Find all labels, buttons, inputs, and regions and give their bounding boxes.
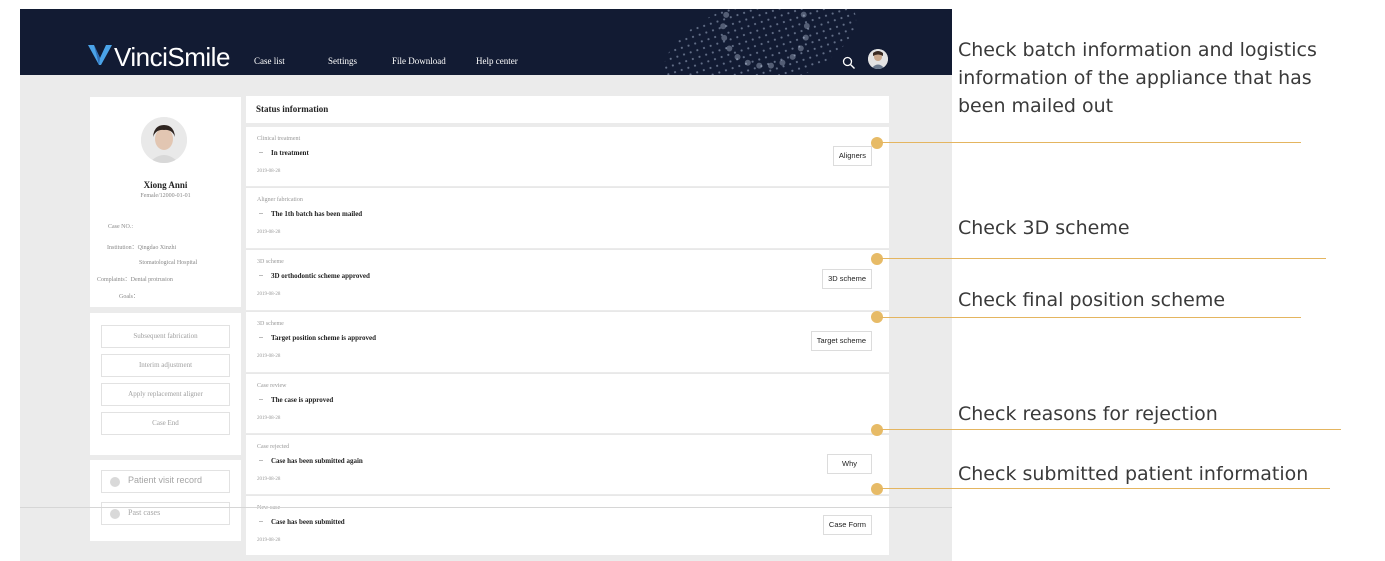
apply-replacement-aligner-button[interactable]: Apply replacement aligner [101, 383, 230, 406]
radio-circle-icon [110, 509, 120, 519]
frame-line [20, 507, 952, 508]
nav-file-download[interactable]: File Download [392, 56, 446, 66]
status-item: Case rejected Case has been submitted ag… [246, 435, 889, 494]
status-title-text: 3D orthodontic scheme approved [271, 272, 370, 280]
callout-rejection-reasons: Check reasons for rejection [958, 403, 1218, 425]
status-item: Case review The case is approved 2019-08… [246, 374, 889, 433]
status-date: 2019-08-28 [257, 169, 281, 174]
status-title-text: In treatment [271, 149, 309, 157]
past-cases-button[interactable]: Past cases [101, 502, 230, 525]
callout-line [880, 429, 1341, 431]
patient-profile-card: Xiong Anni Female/12000-01-01 Case NO.: … [90, 97, 241, 307]
why-button[interactable]: Why [827, 454, 872, 474]
status-category: 3D scheme [257, 259, 284, 265]
status-date: 2019-08-28 [257, 230, 281, 235]
status-dash [259, 213, 263, 214]
callout-line [880, 142, 1301, 144]
callout-text: Check batch information and logistics [958, 39, 1317, 61]
status-date: 2019-08-28 [257, 477, 281, 482]
case-number: Case NO.: [108, 224, 133, 230]
patient-visit-record-label: Patient visit record [128, 475, 203, 485]
callout-3d-scheme: Check 3D scheme [958, 217, 1130, 239]
past-cases-label: Past cases [128, 508, 161, 517]
status-item: New case Case has been submitted 2019-08… [246, 496, 889, 555]
status-dash [259, 460, 263, 461]
callout-batch-logistics: Check batch information and logistics in… [958, 36, 1317, 120]
status-item: Clinical treatment In treatment 2019-08-… [246, 127, 889, 186]
records-card: Patient visit record Past cases [90, 460, 241, 541]
radio-circle-icon [110, 477, 120, 487]
callout-line [880, 317, 1301, 319]
top-navigation-bar: VinciSmile Case list Settings File Downl… [20, 9, 952, 75]
callout-text: been mailed out [958, 95, 1114, 117]
status-dash [259, 275, 263, 276]
status-category: Case rejected [257, 444, 290, 450]
status-dash [259, 399, 263, 400]
nav-help-center[interactable]: Help center [476, 56, 518, 66]
subsequent-fabrication-button[interactable]: Subsequent fabrication [101, 325, 230, 348]
status-dash [259, 521, 263, 522]
status-category: Case review [257, 383, 287, 389]
institution-line-2: Stomatological Hospital [139, 260, 198, 266]
nav-settings[interactable]: Settings [328, 56, 357, 66]
target-scheme-button[interactable]: Target scheme [810, 331, 872, 351]
patient-visit-record-button[interactable]: Patient visit record [101, 470, 230, 493]
3d-scheme-button[interactable]: 3D scheme [822, 269, 872, 289]
status-title: Status information [256, 104, 329, 114]
interim-adjustment-button[interactable]: Interim adjustment [101, 354, 230, 377]
status-category: New case [257, 505, 281, 511]
status-date: 2019-08-28 [257, 538, 281, 543]
patient-gender-birthdate: Female/12000-01-01 [140, 193, 191, 199]
patient-name: Xiong Anni [143, 180, 188, 190]
status-date: 2019-08-28 [257, 354, 281, 359]
brand-logo[interactable]: VinciSmile [88, 42, 230, 73]
case-actions-card: Subsequent fabrication Interim adjustmen… [90, 313, 241, 455]
status-header: Status information [246, 96, 889, 123]
callout-line [880, 258, 1326, 260]
callout-patient-info: Check submitted patient information [958, 463, 1309, 485]
patient-photo [141, 117, 187, 163]
complaints: Complaints：Dental protrusion [97, 277, 173, 283]
goals: Goals： [119, 294, 139, 300]
status-title-text: Target position scheme is approved [271, 334, 377, 342]
institution-line-1: Institution：Qingdao Xinzhi [107, 245, 177, 251]
status-item: 3D scheme 3D orthodontic scheme approved… [246, 250, 889, 310]
status-category: 3D scheme [257, 321, 284, 327]
callout-text: information of the appliance that has [958, 67, 1312, 89]
status-dash [259, 337, 263, 338]
status-title-text: Case has been submitted again [271, 457, 363, 465]
nav-case-list[interactable]: Case list [254, 56, 285, 66]
status-item: 3D scheme Target position scheme is appr… [246, 312, 889, 372]
case-end-button[interactable]: Case End [101, 412, 230, 435]
search-icon[interactable] [842, 56, 856, 70]
status-title-text: The case is approved [271, 396, 334, 404]
case-form-button[interactable]: Case Form [822, 515, 872, 535]
aligners-button[interactable]: Aligners [832, 146, 872, 166]
status-date: 2019-08-28 [257, 292, 281, 297]
callout-line [880, 488, 1330, 490]
status-dash [259, 152, 263, 153]
user-avatar[interactable] [868, 49, 888, 69]
app-window: VinciSmile Case list Settings File Downl… [20, 9, 952, 561]
status-date: 2019-08-28 [257, 416, 281, 421]
status-title-text: Case has been submitted [271, 518, 345, 526]
status-item: Aligner fabrication The 1th batch has be… [246, 188, 889, 248]
status-category: Clinical treatment [257, 136, 301, 142]
callout-final-position: Check final position scheme [958, 289, 1226, 311]
brand-name: VinciSmile [114, 42, 230, 72]
status-title-text: The 1th batch has been mailed [271, 210, 363, 218]
status-category: Aligner fabrication [257, 197, 303, 203]
